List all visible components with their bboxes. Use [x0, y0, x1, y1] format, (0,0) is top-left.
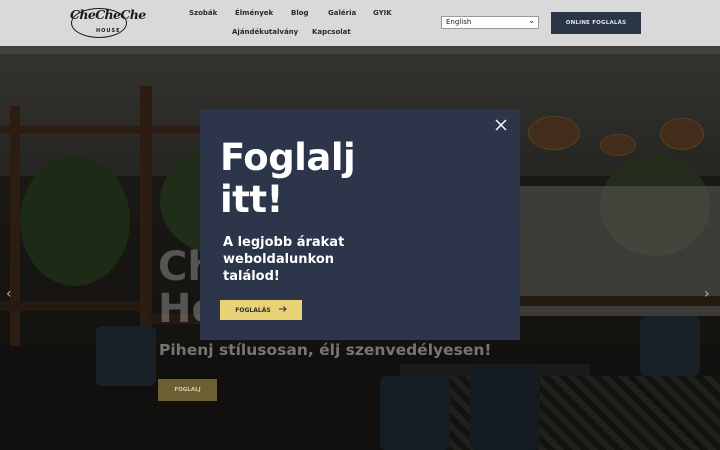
popup-book-label: FOGLALÁS — [235, 306, 271, 314]
nav-item-kapcsolat[interactable]: Kapcsolat — [312, 28, 351, 36]
nav-item-elmenyek[interactable]: Élmények — [235, 9, 273, 17]
close-icon[interactable] — [494, 117, 508, 131]
nav-item-szobak[interactable]: Szobák — [189, 9, 217, 17]
logo-text: CheCheChe — [70, 7, 146, 22]
popup-title: Foglalj itt! — [220, 136, 356, 221]
online-booking-button[interactable]: ONLINE FOGLALÁS — [551, 12, 641, 34]
logo-subtext: HOUSE — [96, 28, 121, 34]
logo[interactable]: CheCheChe HOUSE — [70, 5, 146, 41]
hero-book-button[interactable]: FOGLALJ — [158, 379, 217, 401]
site-header: CheCheChe HOUSE Szobák Élmények Blog Gal… — [0, 0, 720, 46]
chevron-right-icon[interactable]: › — [704, 286, 710, 302]
nav-item-blog[interactable]: Blog — [291, 9, 309, 17]
nav-item-galeria[interactable]: Galéria — [328, 9, 356, 17]
arrow-right-icon — [278, 306, 287, 314]
language-select[interactable]: English ⌄ — [441, 16, 539, 29]
popup-text: A legjobb árakat weboldalunkon találod! — [223, 235, 345, 284]
hero-tagline: Pihenj stílusosan, élj szenvedélyesen! — [159, 341, 492, 359]
popup-book-button[interactable]: FOGLALÁS — [220, 300, 302, 320]
chevron-down-icon: ⌄ — [528, 16, 535, 25]
booking-popup: Foglalj itt! A legjobb árakat weboldalun… — [200, 109, 520, 340]
nav-item-gyik[interactable]: GYIK — [373, 9, 392, 17]
language-value: English — [446, 18, 472, 26]
chevron-left-icon[interactable]: ‹ — [6, 286, 12, 302]
nav-item-ajandekutalvany[interactable]: Ajándékutalvány — [232, 28, 298, 36]
